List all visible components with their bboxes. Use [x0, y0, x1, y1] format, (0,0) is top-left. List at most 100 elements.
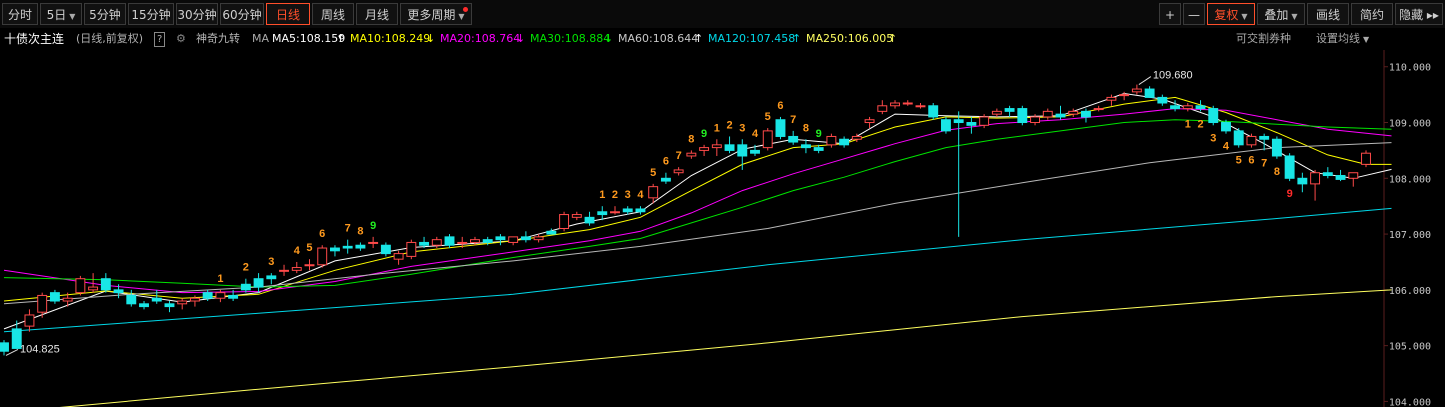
price-tick-label: 105.000 — [1389, 342, 1431, 353]
price-tick-label: 109.000 — [1389, 119, 1431, 130]
tool-button-label: 画线 — [1315, 8, 1340, 22]
tool-button-5[interactable]: 简约 — [1351, 3, 1393, 25]
period-button-0[interactable]: 分时 — [2, 3, 38, 25]
candle-body — [1284, 155, 1295, 179]
candle-body — [1144, 88, 1155, 98]
td-count-label: 3 — [739, 122, 745, 134]
chevron-down-icon: ▼ — [1241, 12, 1248, 21]
tool-button-label: 隐藏 ▸▸ — [1399, 8, 1439, 22]
tool-button-label: + — [1164, 8, 1176, 22]
td-count-label: 7 — [1261, 157, 1267, 169]
candle-body — [902, 102, 913, 105]
tool-button-3[interactable]: 叠加 ▼ — [1257, 3, 1305, 25]
ma-value-5: MA120:107.458 — [708, 32, 796, 45]
chevron-down-icon: ▼ — [1291, 12, 1298, 21]
tool-button-4[interactable]: 画线 — [1307, 3, 1349, 25]
period-button-1[interactable]: 5日 ▼ — [40, 3, 82, 25]
candle-body — [1081, 110, 1091, 118]
ma-value-1: MA10:108.249 — [350, 32, 431, 45]
candle-body — [1106, 96, 1117, 101]
ma-trend-arrow: ↑ — [336, 32, 346, 45]
period-button-6[interactable]: 日线 — [266, 3, 310, 25]
candle-body — [240, 283, 251, 291]
td-count-label: 9 — [816, 128, 822, 140]
candle-body — [953, 119, 964, 124]
td-count-label: 1 — [217, 273, 223, 285]
tool-button-1[interactable]: — — [1183, 3, 1205, 25]
chevron-down-icon: ▼ — [458, 12, 465, 21]
candle-body — [584, 216, 595, 224]
candle-body — [126, 294, 137, 305]
candle-body — [1297, 177, 1308, 185]
tool-button-label: 复权 — [1214, 8, 1239, 22]
low-price-annotation: 104.825 — [20, 343, 60, 355]
period-button-label: 30分钟 — [177, 8, 217, 22]
candle-body — [1170, 105, 1181, 110]
candle-body — [877, 105, 888, 112]
candle-body — [839, 138, 850, 146]
ma-label: MA — [252, 32, 270, 45]
td-count-label: 4 — [752, 128, 759, 140]
period-button-label: 5日 — [46, 8, 67, 22]
period-button-5[interactable]: 60分钟 — [220, 3, 264, 25]
candle-body — [1131, 88, 1142, 93]
td-count-label: 1 — [714, 122, 720, 134]
chevron-down-icon: ▼ — [1363, 35, 1370, 44]
period-note: (日线,前复权) — [76, 32, 144, 45]
candle-body — [571, 214, 582, 218]
td-count-label: 9 — [701, 128, 707, 140]
candle-body — [1233, 130, 1244, 146]
price-tick-label: 110.000 — [1389, 63, 1431, 74]
td-count-label: 7 — [676, 150, 682, 162]
candle-body — [966, 122, 977, 126]
td-count-label: 1 — [599, 189, 605, 201]
ma-trend-arrow: ↓ — [604, 32, 614, 45]
candle-body — [355, 244, 366, 249]
td-count-label: 4 — [1223, 141, 1230, 153]
candle-body — [1017, 108, 1028, 124]
tool-button-2[interactable]: 复权 ▼ — [1207, 3, 1255, 25]
notification-dot — [463, 7, 468, 12]
period-button-9[interactable]: 更多周期 ▼ — [400, 3, 472, 25]
candle-body — [24, 314, 35, 327]
period-button-8[interactable]: 月线 — [356, 3, 398, 25]
tool-button-0[interactable]: + — [1159, 3, 1181, 25]
gear-icon[interactable]: ⚙ — [176, 29, 186, 49]
td-count-label: 3 — [625, 189, 631, 201]
candle-body — [279, 269, 289, 272]
period-button-4[interactable]: 30分钟 — [176, 3, 218, 25]
indicator-name[interactable]: 神奇九转 — [196, 29, 240, 49]
candle-body — [49, 292, 60, 302]
candle-body — [1068, 110, 1079, 115]
candle-body — [788, 135, 799, 143]
candle-body — [800, 144, 811, 149]
price-tick-label: 107.000 — [1389, 230, 1431, 241]
ma-trend-arrow: ↑ — [792, 32, 802, 45]
candle-body — [660, 177, 671, 182]
help-icon[interactable]: ? — [154, 32, 166, 47]
candle-body — [750, 149, 760, 154]
period-button-3[interactable]: 15分钟 — [128, 3, 174, 25]
candle-body — [1361, 152, 1371, 165]
period-button-2[interactable]: 5分钟 — [84, 3, 126, 25]
ma-settings-button[interactable]: 设置均线 ▼ — [1316, 29, 1369, 50]
tool-button-6[interactable]: 隐藏 ▸▸ — [1395, 3, 1443, 25]
deliverable-bonds-link[interactable]: 可交割券种 — [1236, 29, 1291, 49]
candle-body — [673, 169, 684, 174]
ma-trend-arrow: ↑ — [694, 32, 704, 45]
ma-line-ma60 — [3, 142, 1392, 305]
ma-value-2: MA20:108.764 — [440, 32, 521, 45]
candle-body — [610, 211, 620, 214]
candle-body — [406, 241, 417, 257]
candle-body — [100, 278, 111, 291]
candle-body — [711, 144, 722, 149]
candle-body — [1182, 105, 1193, 110]
ma-value-4: MA60:108.644 — [618, 32, 699, 45]
candle-body — [813, 147, 824, 151]
td-count-label: 5 — [765, 111, 771, 123]
candle-body — [0, 342, 9, 352]
period-button-label: 分时 — [7, 8, 32, 22]
period-button-7[interactable]: 周线 — [312, 3, 354, 25]
td-count-label: 7 — [790, 114, 796, 126]
candle-body — [253, 278, 264, 288]
